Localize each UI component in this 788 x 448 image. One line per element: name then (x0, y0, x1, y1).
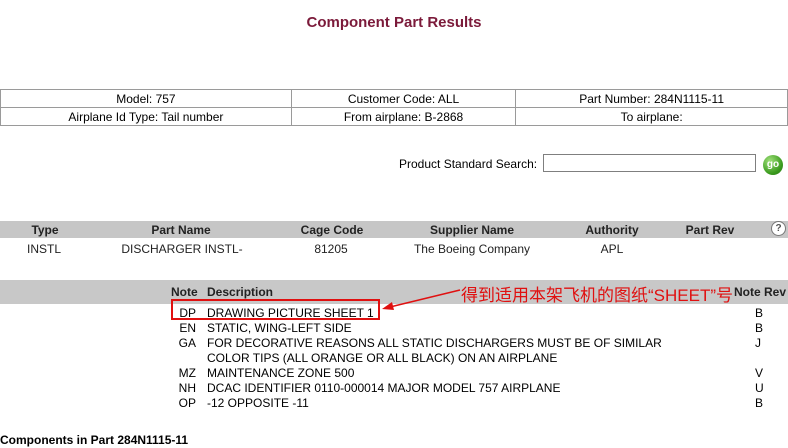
header-authority[interactable]: Authority (579, 223, 645, 237)
go-button[interactable]: go (763, 155, 783, 175)
note-code: MZ (178, 366, 196, 380)
note-code: OP (178, 396, 196, 410)
note-rev: V (755, 366, 764, 380)
note-rev: B (755, 306, 764, 320)
note-code: GA (178, 336, 196, 350)
product-standard-search-input[interactable] (543, 154, 756, 172)
notes-header-description: Description (207, 285, 274, 299)
note-description: STATIC, WING-LEFT SIDE (207, 321, 352, 335)
row-type: INSTL (26, 242, 61, 256)
header-cage-code[interactable]: Cage Code (295, 223, 369, 237)
row-authority: APL (600, 242, 624, 256)
annotation-highlight-box (171, 299, 380, 320)
row-supplier-name: The Boeing Company (413, 242, 531, 256)
model-cell: Model: 757 (0, 89, 292, 108)
note-description: MAINTENANCE ZONE 500 (207, 366, 355, 380)
note-description: DCAC IDENTIFIER 0110-000014 MAJOR MODEL … (207, 381, 561, 395)
airplane-id-type-cell: Airplane Id Type: Tail number (0, 107, 292, 126)
part-number-cell: Part Number: 284N1115-11 (515, 89, 788, 108)
note-code: NH (178, 381, 196, 395)
help-icon[interactable]: ? (771, 221, 786, 236)
row-part-name[interactable]: DISCHARGER INSTL- (110, 242, 254, 256)
product-standard-search-label: Product Standard Search: (399, 157, 538, 171)
header-supplier-name[interactable]: Supplier Name (418, 223, 526, 237)
from-airplane-cell: From airplane: B-2868 (290, 107, 517, 126)
note-description: FOR DECORATIVE REASONS ALL STATIC DISCHA… (207, 336, 662, 365)
note-code: EN (179, 321, 196, 335)
header-part-name[interactable]: Part Name (140, 223, 222, 237)
components-section-title: Components in Part 284N1115-11 (0, 433, 189, 447)
note-description: -12 OPPOSITE -11 (207, 396, 309, 410)
info-table: Model: 757 Customer Code: ALL Part Numbe… (0, 89, 788, 126)
note-rev: J (755, 336, 761, 350)
header-part-rev[interactable]: Part Rev (679, 223, 741, 237)
row-cage-code: 81205 (314, 242, 348, 256)
parts-table-header: Type Part Name Cage Code Supplier Name A… (0, 221, 788, 238)
page-title: Component Part Results (306, 14, 482, 31)
note-rev: B (755, 396, 764, 410)
annotation-text: 得到适用本架飞机的图纸“SHEET”号 (461, 286, 733, 305)
to-airplane-cell: To airplane: (515, 107, 788, 126)
header-type[interactable]: Type (22, 223, 68, 237)
customer-code-cell: Customer Code: ALL (290, 89, 517, 108)
notes-header-rev: Note Rev (734, 285, 787, 299)
note-rev: U (755, 381, 764, 395)
note-rev: B (755, 321, 764, 335)
notes-header-note: Note (171, 285, 198, 299)
annotation-arrow (382, 289, 461, 310)
